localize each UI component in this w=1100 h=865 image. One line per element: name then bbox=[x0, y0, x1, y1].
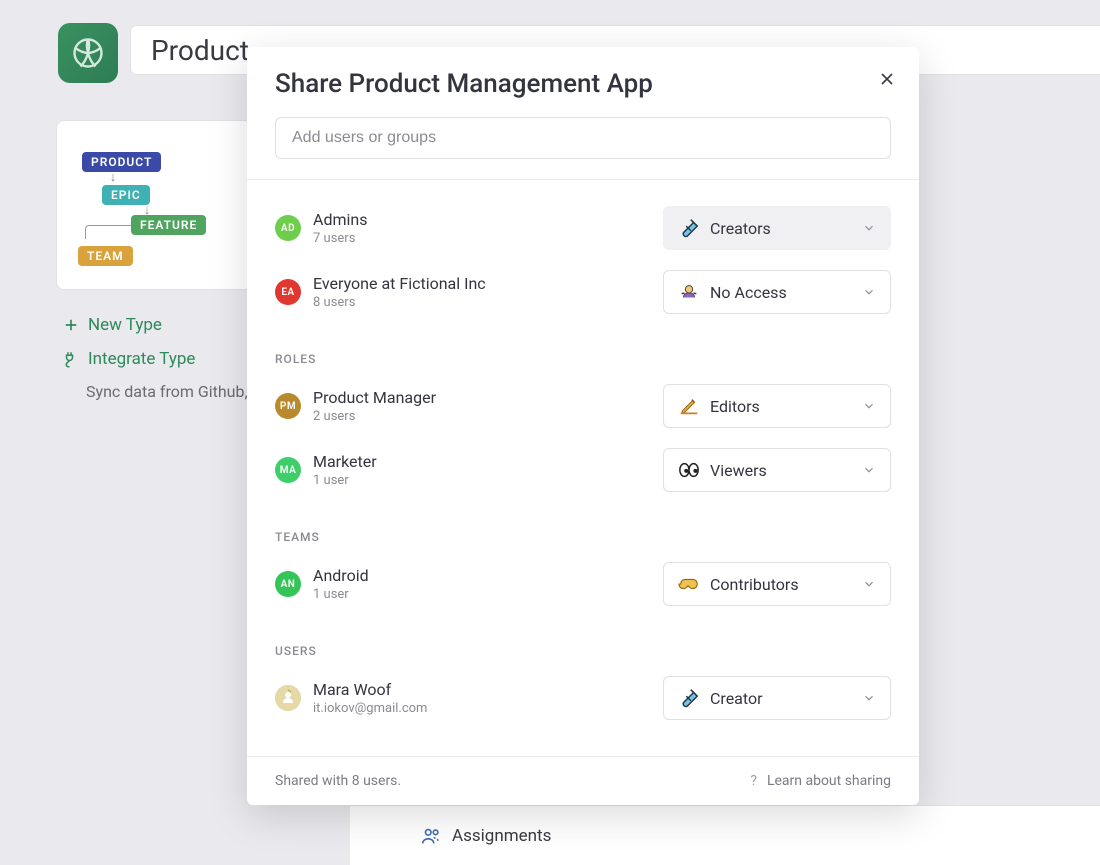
avatar: AD bbox=[275, 215, 301, 241]
close-icon bbox=[877, 69, 897, 89]
chevron-down-icon bbox=[862, 285, 876, 299]
chevron-down-icon bbox=[862, 691, 876, 705]
avatar: AN bbox=[275, 571, 301, 597]
bottom-tab-assignments[interactable]: Assignments bbox=[350, 805, 1100, 865]
test-tube-icon bbox=[678, 217, 700, 239]
section-users: USERS bbox=[275, 644, 891, 658]
chevron-down-icon bbox=[862, 577, 876, 591]
section-roles: ROLES bbox=[275, 352, 891, 366]
avatar: PM bbox=[275, 393, 301, 419]
share-row-everyone: EA Everyone at Fictional Inc 8 users No … bbox=[275, 264, 891, 328]
chevron-down-icon bbox=[862, 399, 876, 413]
add-users-input[interactable] bbox=[275, 117, 891, 159]
test-tube-icon bbox=[678, 687, 700, 709]
handshake-icon bbox=[678, 573, 700, 595]
shrug-icon bbox=[678, 281, 700, 303]
tag-team: TEAM bbox=[78, 246, 133, 266]
close-button[interactable] bbox=[877, 69, 897, 93]
permission-select[interactable]: Contributors bbox=[663, 562, 891, 606]
section-teams: TEAMS bbox=[275, 530, 891, 544]
permission-select[interactable]: Creators bbox=[663, 206, 891, 250]
chevron-down-icon bbox=[862, 221, 876, 235]
row-sub: 8 users bbox=[313, 295, 663, 310]
app-title-text: Product bbox=[151, 34, 249, 67]
row-name: Product Manager bbox=[313, 388, 663, 407]
users-icon bbox=[420, 825, 442, 847]
row-sub: 1 user bbox=[313, 473, 663, 488]
row-name: Mara Woof bbox=[313, 680, 663, 699]
help-icon: ? bbox=[750, 773, 757, 789]
share-modal: Share Product Management App AD Admins 7… bbox=[247, 47, 919, 805]
modal-title: Share Product Management App bbox=[275, 69, 891, 99]
row-name: Admins bbox=[313, 210, 663, 229]
avatar: MA bbox=[275, 457, 301, 483]
perm-label: Creator bbox=[710, 689, 852, 708]
permission-select[interactable]: Creator bbox=[663, 676, 891, 720]
pencil-icon bbox=[678, 395, 700, 417]
perm-label: Editors bbox=[710, 397, 852, 416]
app-logo bbox=[58, 23, 118, 83]
share-list[interactable]: AD Admins 7 users Creators EA Everyone a… bbox=[247, 180, 919, 756]
shared-with-text: Shared with 8 users. bbox=[275, 773, 401, 789]
new-type-label: New Type bbox=[88, 315, 162, 335]
row-name: Marketer bbox=[313, 452, 663, 471]
row-name: Everyone at Fictional Inc bbox=[313, 274, 663, 293]
share-row-mara: Mara Woof it.iokov@gmail.com Creator bbox=[275, 670, 891, 734]
plus-icon bbox=[62, 316, 80, 334]
row-sub: 2 users bbox=[313, 409, 663, 424]
chevron-down-icon bbox=[862, 463, 876, 477]
permission-select[interactable]: No Access bbox=[663, 270, 891, 314]
avatar bbox=[275, 685, 301, 711]
integrate-type-label: Integrate Type bbox=[88, 349, 195, 369]
tag-product: PRODUCT bbox=[82, 152, 161, 172]
learn-label: Learn about sharing bbox=[767, 773, 891, 789]
perm-label: Viewers bbox=[710, 461, 852, 480]
permission-select[interactable]: Viewers bbox=[663, 448, 891, 492]
share-row-android: AN Android 1 user Contributors bbox=[275, 556, 891, 620]
row-sub: it.iokov@gmail.com bbox=[313, 701, 663, 716]
assignments-label: Assignments bbox=[452, 826, 551, 846]
row-sub: 1 user bbox=[313, 587, 663, 602]
row-sub: 7 users bbox=[313, 231, 663, 246]
plug-icon bbox=[62, 350, 80, 368]
avatar: EA bbox=[275, 279, 301, 305]
share-row-product-manager: PM Product Manager 2 users Editors bbox=[275, 378, 891, 442]
modal-footer: Shared with 8 users. ? Learn about shari… bbox=[247, 756, 919, 805]
permission-select[interactable]: Editors bbox=[663, 384, 891, 428]
learn-about-sharing-link[interactable]: ? Learn about sharing bbox=[750, 773, 891, 789]
eyes-icon bbox=[678, 459, 700, 481]
tag-epic: EPIC bbox=[102, 185, 150, 205]
perm-label: Creators bbox=[710, 219, 852, 238]
share-row-admins: AD Admins 7 users Creators bbox=[275, 200, 891, 264]
perm-label: No Access bbox=[710, 283, 852, 302]
share-row-marketer: MA Marketer 1 user Viewers bbox=[275, 442, 891, 506]
tag-feature: FEATURE bbox=[131, 215, 206, 235]
row-name: Android bbox=[313, 566, 663, 585]
perm-label: Contributors bbox=[710, 575, 852, 594]
